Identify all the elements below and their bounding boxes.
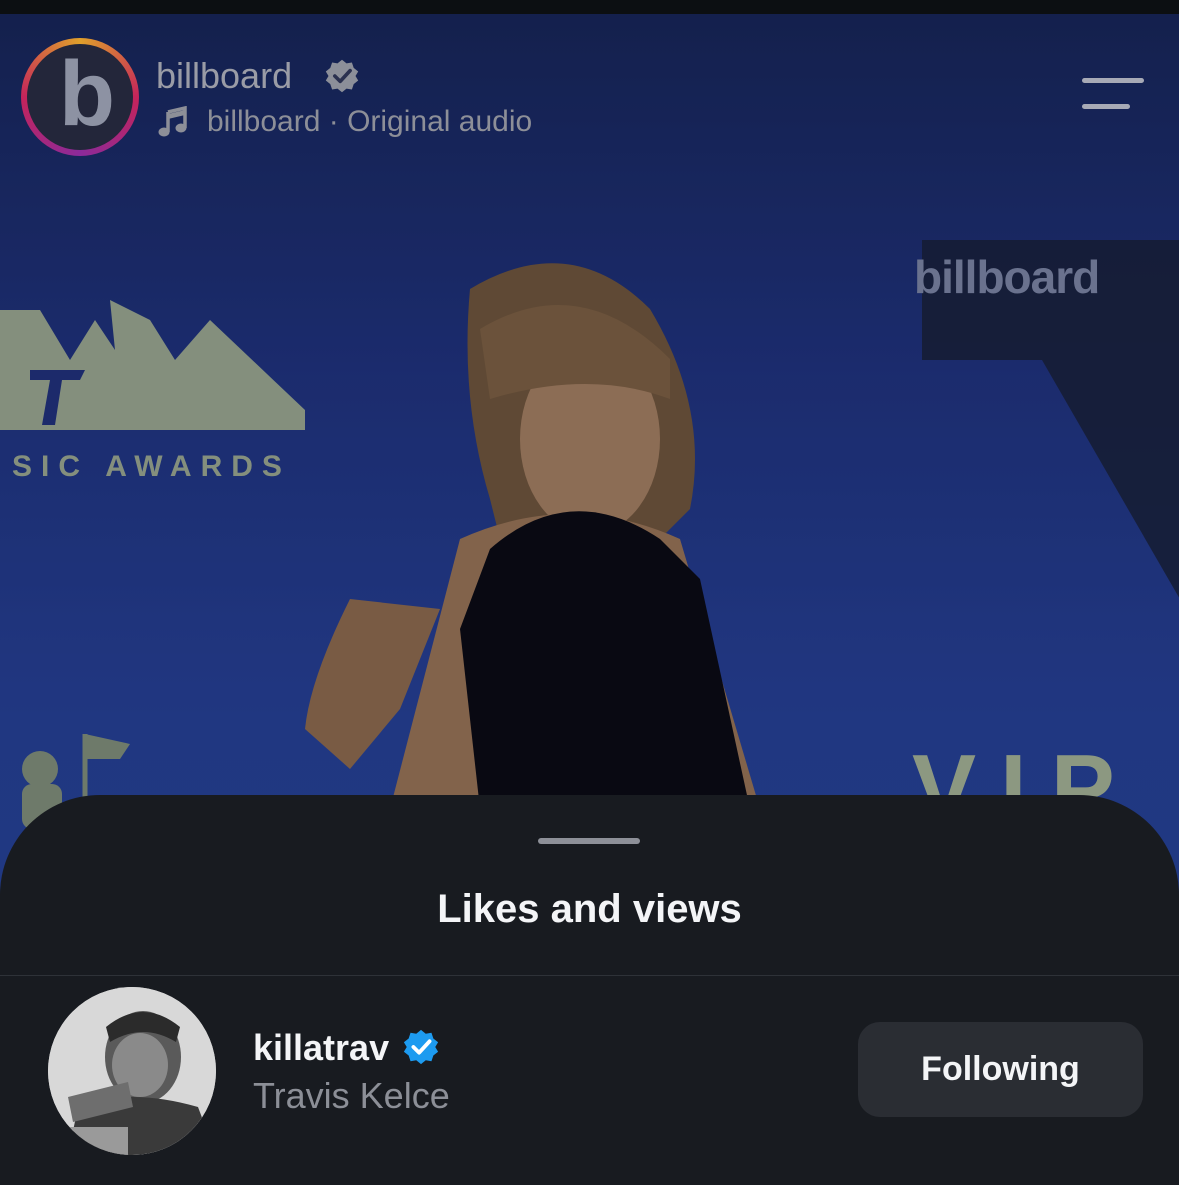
avatar[interactable] [48, 987, 216, 1155]
user-photo [48, 987, 216, 1155]
full-name: Travis Kelce [253, 1075, 450, 1116]
likes-and-views-sheet: Likes and views killatrav Travis Kelce F… [0, 795, 1179, 1185]
divider [0, 975, 1179, 976]
username[interactable]: killatrav [253, 1027, 389, 1069]
audio-source-label[interactable]: billboard · Original audio [207, 105, 532, 139]
hamburger-menu-icon[interactable] [1082, 78, 1144, 112]
reel-header: b billboard billboard · Original audio [0, 0, 1179, 170]
account-avatar[interactable]: b [21, 38, 139, 156]
sheet-title: Likes and views [437, 887, 742, 931]
sheet-grabber-handle[interactable] [538, 838, 640, 844]
account-name[interactable]: billboard [156, 55, 292, 97]
billboard-logo: b [27, 44, 133, 150]
verified-badge-icon [403, 1029, 439, 1065]
following-button[interactable]: Following [858, 1022, 1143, 1117]
verified-badge-icon [325, 59, 359, 93]
music-note-icon [158, 106, 187, 137]
